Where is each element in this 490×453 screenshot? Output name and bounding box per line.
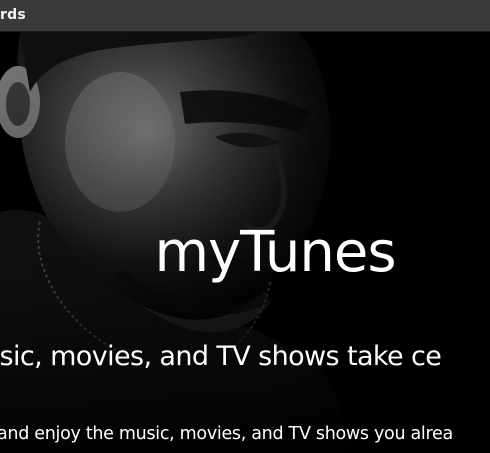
top-bar-title: rds [0, 7, 26, 23]
hero-title: myTunes [154, 220, 396, 285]
hero-subtitle: usic, movies, and TV shows take ce [0, 341, 442, 372]
app-window: rds myTunes usic, movies, and TV shows t… [0, 0, 490, 453]
hero-body-text: and enjoy the music, movies, and TV show… [0, 424, 453, 444]
hero-banner: myTunes usic, movies, and TV shows take … [0, 32, 490, 453]
window-top-bar: rds [0, 0, 490, 32]
